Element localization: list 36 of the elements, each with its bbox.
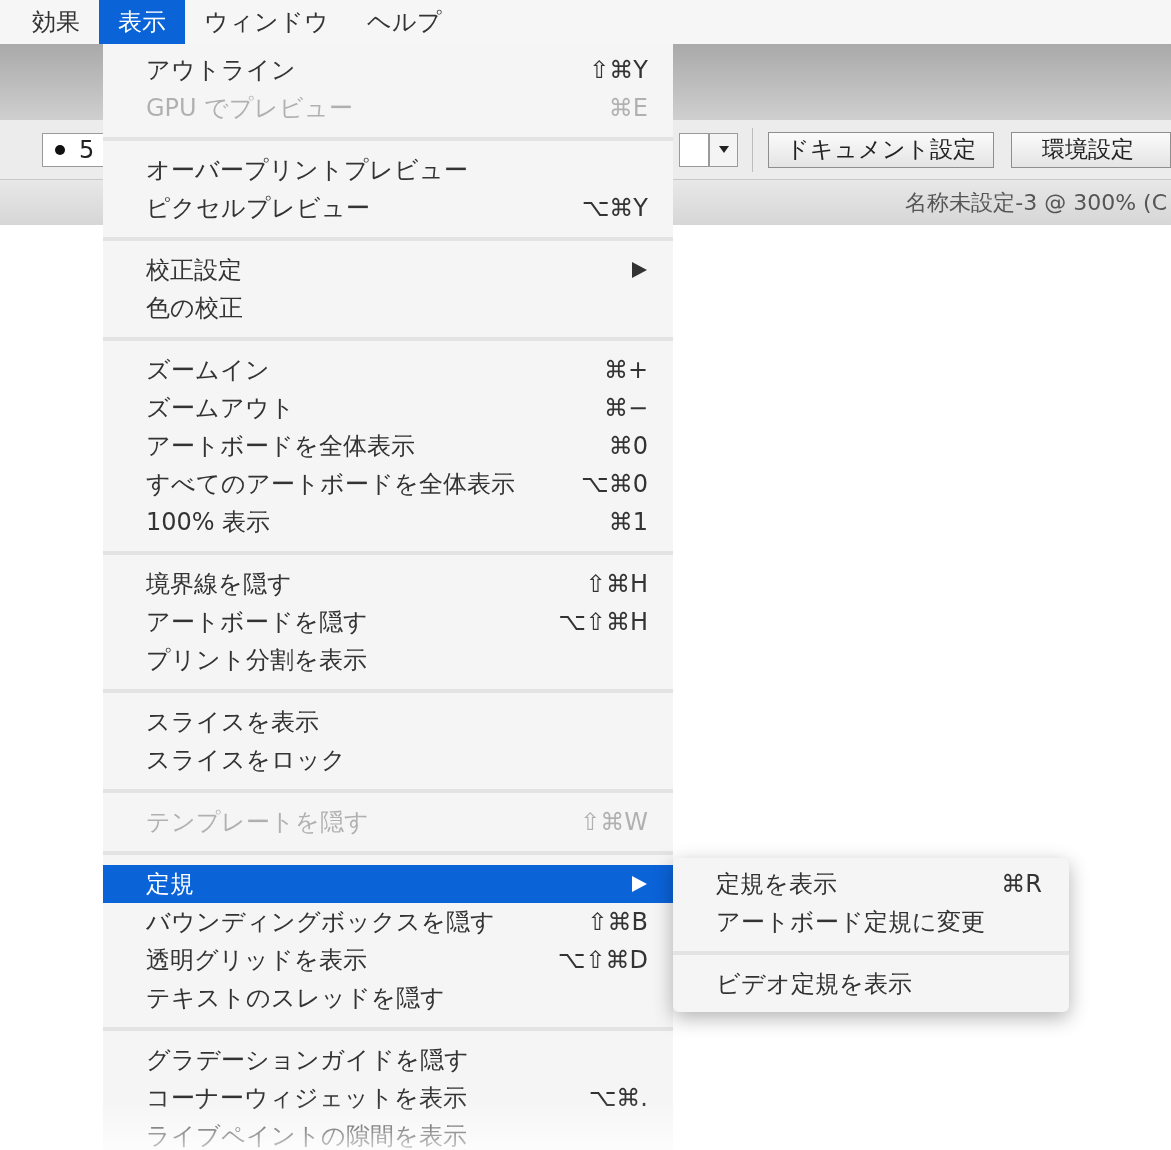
menu-item[interactable]: 定規を表示 ⌘R bbox=[673, 865, 1069, 903]
toolbar-button[interactable]: ドキュメント設定 bbox=[768, 131, 994, 168]
menu-item[interactable]: プリント分割を表示 bbox=[103, 641, 673, 679]
toolbar-button[interactable]: 環境設定 bbox=[1011, 131, 1171, 168]
menu-bar-item[interactable]: 効果 bbox=[13, 0, 99, 44]
menu-item[interactable]: ズームイン ⌘+ bbox=[103, 351, 673, 389]
menu-item[interactable]: アートボード定規に変更 bbox=[673, 903, 1069, 941]
menu-item[interactable]: 定規 bbox=[103, 865, 673, 903]
menu-item[interactable]: スライスをロック bbox=[103, 741, 673, 779]
menu-item[interactable]: バウンディングボックスを隠す ⇧⌘B bbox=[103, 903, 673, 941]
menu-item[interactable]: スライスを表示 bbox=[103, 703, 673, 741]
submenu-arrow-icon bbox=[630, 261, 648, 279]
menu-item[interactable]: アウトライン ⇧⌘Y bbox=[103, 51, 673, 89]
menu-item[interactable]: ピクセルプレビュー ⌥⌘Y bbox=[103, 189, 673, 227]
menu-item[interactable]: 透明グリッドを表示 ⌥⇧⌘D bbox=[103, 941, 673, 979]
menu-item[interactable]: 100% 表示 ⌘1 bbox=[103, 503, 673, 541]
caret-icon bbox=[718, 146, 729, 153]
document-title: 名称未設定-3 @ 300% (C bbox=[905, 189, 1167, 217]
swatch-dropdown[interactable] bbox=[709, 132, 739, 167]
menu-item[interactable]: 色の校正 bbox=[103, 289, 673, 327]
menu-item[interactable]: グラデーションガイドを隠す bbox=[103, 1041, 673, 1079]
menu-item[interactable]: テキストのスレッドを隠す bbox=[103, 979, 673, 1017]
bullet-icon bbox=[55, 144, 65, 155]
menu-bar-item[interactable]: 表示 bbox=[99, 0, 185, 44]
menu-bar-item[interactable]: ウィンドウ bbox=[185, 0, 348, 44]
color-swatch[interactable] bbox=[678, 132, 710, 167]
menu-bar-item[interactable]: ヘルプ bbox=[348, 0, 461, 44]
submenu-arrow-icon bbox=[630, 875, 648, 893]
menu-item[interactable]: アートボードを隠す ⌥⇧⌘H bbox=[103, 603, 673, 641]
menu-item[interactable]: ズームアウト ⌘− bbox=[103, 389, 673, 427]
menu-item[interactable]: 境界線を隠す ⇧⌘H bbox=[103, 565, 673, 603]
menu-item[interactable]: 校正設定 bbox=[103, 251, 673, 289]
menu-item[interactable]: アートボードを全体表示 ⌘0 bbox=[103, 427, 673, 465]
menu-item[interactable]: ビデオ定規を表示 bbox=[673, 965, 1069, 1003]
menu-item[interactable]: すべてのアートボードを全体表示 ⌥⌘0 bbox=[103, 465, 673, 503]
menu-item[interactable]: コーナーウィジェットを表示 ⌥⌘. bbox=[103, 1079, 673, 1117]
